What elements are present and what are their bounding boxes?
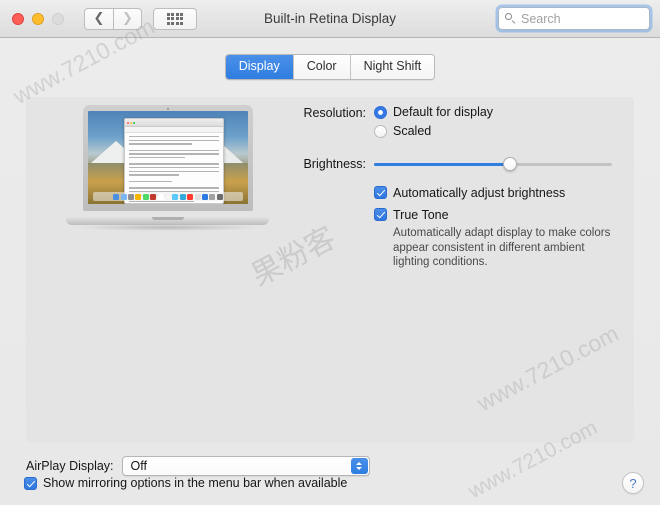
chevron-left-icon: ❮ (93, 11, 105, 26)
search-icon (505, 13, 516, 24)
show-all-button[interactable] (153, 7, 197, 30)
macbook-illustration (66, 105, 269, 237)
macbook-screen (88, 111, 248, 204)
radio-scaled[interactable]: Scaled (374, 124, 493, 138)
mirroring-row[interactable]: Show mirroring options in the menu bar w… (24, 476, 347, 490)
titlebar: ❮ ❯ Built-in Retina Display Search (0, 0, 660, 38)
macbook-shadow (74, 224, 261, 231)
radio-on-icon (374, 105, 387, 119)
brightness-label: Brightness: (303, 157, 366, 171)
forward-button: ❯ (113, 7, 142, 30)
true-tone-label: True Tone (393, 208, 449, 222)
true-tone-description: Automatically adapt display to make colo… (393, 227, 611, 268)
radio-default-label: Default for display (393, 105, 494, 119)
tab-bar: Display Color Night Shift (0, 54, 660, 80)
true-tone-checkbox[interactable] (374, 208, 387, 221)
radio-scaled-label: Scaled (393, 124, 432, 138)
chevron-updown-icon (350, 458, 368, 474)
auto-brightness-label: Automatically adjust brightness (393, 186, 566, 200)
mirroring-checkbox[interactable] (24, 476, 37, 490)
traffic-lights (12, 12, 64, 25)
navigation-buttons: ❮ ❯ (84, 7, 142, 30)
auto-brightness-row[interactable]: Automatically adjust brightness (374, 186, 620, 200)
airplay-row: AirPlay Display: Off (26, 456, 370, 476)
macbook-notch (151, 217, 184, 220)
resolution-radio-group: Default for display Scaled (374, 105, 493, 143)
search-placeholder: Search (521, 11, 561, 26)
search-field-focus-ring: Search (498, 7, 650, 30)
slider-fill (374, 163, 510, 166)
airplay-value: Off (130, 459, 147, 473)
chevron-right-icon: ❯ (122, 11, 133, 26)
tab-group: Display Color Night Shift (224, 54, 436, 80)
airplay-label: AirPlay Display: (26, 459, 114, 473)
tab-night-shift[interactable]: Night Shift (350, 55, 435, 79)
camera-icon (167, 107, 169, 110)
radio-off-icon (374, 124, 387, 138)
grid-icon (166, 12, 184, 25)
brightness-row: Brightness: (290, 156, 620, 171)
resolution-label: Resolution: (303, 106, 366, 120)
brightness-slider[interactable] (374, 157, 612, 171)
tab-display[interactable]: Display (225, 55, 294, 79)
system-preferences-window: ❮ ❯ Built-in Retina Display Search Displ… (0, 0, 660, 505)
document-titlebar (125, 119, 223, 127)
mirroring-label: Show mirroring options in the menu bar w… (43, 476, 348, 490)
resolution-row: Resolution: Default for display Scaled (290, 105, 620, 143)
minimize-button[interactable] (32, 12, 44, 25)
macbook-lid (83, 105, 253, 211)
airplay-popup-button[interactable]: Off (121, 456, 370, 476)
help-button[interactable]: ? (622, 472, 644, 494)
dock-preview (93, 192, 243, 201)
tab-color[interactable]: Color (293, 55, 351, 79)
display-controls: Resolution: Default for display Scaled B… (290, 105, 620, 270)
close-button[interactable] (12, 12, 24, 25)
zoom-button-disabled (52, 12, 64, 25)
back-button[interactable]: ❮ (84, 7, 113, 30)
search-field[interactable]: Search (498, 7, 650, 30)
auto-brightness-checkbox[interactable] (374, 186, 387, 199)
radio-default-for-display[interactable]: Default for display (374, 105, 493, 119)
display-settings-panel: Resolution: Default for display Scaled B… (26, 97, 634, 443)
true-tone-row[interactable]: True Tone (374, 208, 620, 222)
slider-knob[interactable] (502, 157, 517, 171)
